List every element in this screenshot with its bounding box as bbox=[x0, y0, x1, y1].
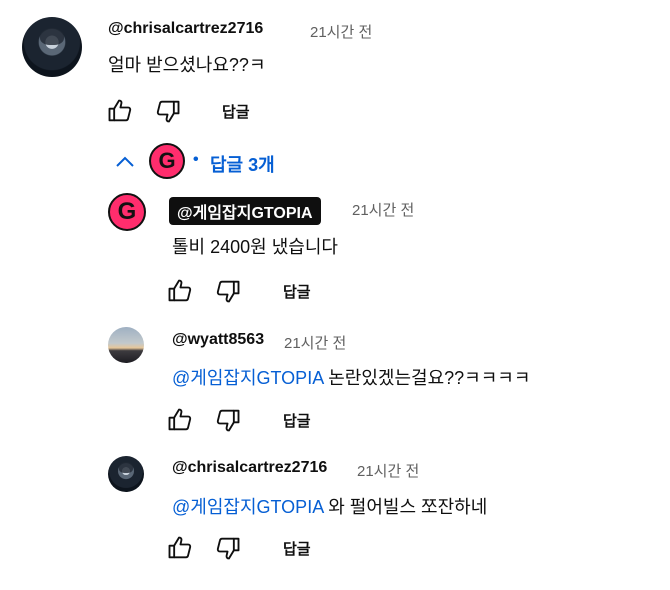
avatar[interactable] bbox=[22, 17, 82, 77]
like-icon[interactable] bbox=[106, 97, 134, 125]
reply-author[interactable]: @게임잡지GTOPIA bbox=[169, 197, 321, 225]
comment-text: 얼마 받으셨나요??ㅋ bbox=[108, 55, 266, 75]
reply-text: @게임잡지GTOPIA 와 펄어빌스 쪼잔하네 bbox=[172, 493, 487, 519]
reply-body: 논란있겠는걸요??ㅋㅋㅋㅋ bbox=[328, 368, 531, 388]
like-icon[interactable] bbox=[166, 277, 194, 305]
comment-author[interactable]: @chrisalcartrez2716 bbox=[108, 20, 263, 38]
creator-avatar-letter: G bbox=[158, 148, 176, 173]
reply-button[interactable]: 답글 bbox=[283, 410, 311, 431]
reply-author[interactable]: @chrisalcartrez2716 bbox=[172, 459, 327, 477]
replies-toggle-dot: • bbox=[193, 151, 199, 168]
avatar[interactable] bbox=[108, 456, 144, 492]
mention-link[interactable]: @게임잡지GTOPIA bbox=[172, 368, 323, 388]
reply-time[interactable]: 21시간 전 bbox=[357, 460, 419, 481]
reply-text: @게임잡지GTOPIA 논란있겠는걸요??ㅋㅋㅋㅋ bbox=[172, 364, 530, 390]
dislike-icon[interactable] bbox=[214, 534, 242, 562]
dislike-icon[interactable] bbox=[214, 406, 242, 434]
avatar[interactable] bbox=[108, 327, 144, 363]
chevron-up-icon bbox=[114, 153, 136, 171]
comment-time[interactable]: 21시간 전 bbox=[310, 21, 372, 42]
reply-button[interactable]: 답글 bbox=[222, 101, 250, 122]
reply-time[interactable]: 21시간 전 bbox=[284, 332, 346, 353]
creator-avatar: G bbox=[149, 143, 185, 179]
dislike-icon[interactable] bbox=[214, 277, 242, 305]
reply-body: 와 펄어빌스 쪼잔하네 bbox=[328, 497, 488, 517]
reply-time[interactable]: 21시간 전 bbox=[352, 199, 414, 220]
reply-button[interactable]: 답글 bbox=[283, 538, 311, 559]
mention-link[interactable]: @게임잡지GTOPIA bbox=[172, 497, 323, 517]
replies-toggle[interactable]: G • 답글 3개 bbox=[112, 143, 302, 181]
reply-button[interactable]: 답글 bbox=[283, 281, 311, 302]
avatar[interactable]: G bbox=[108, 193, 146, 231]
reply-text: 톨비 2400원 냈습니다 bbox=[172, 237, 338, 257]
like-icon[interactable] bbox=[166, 406, 194, 434]
replies-count: 답글 3개 bbox=[210, 155, 275, 175]
avatar-letter: G bbox=[117, 198, 137, 225]
like-icon[interactable] bbox=[166, 534, 194, 562]
reply-author[interactable]: @wyatt8563 bbox=[172, 331, 264, 349]
dislike-icon[interactable] bbox=[154, 97, 182, 125]
